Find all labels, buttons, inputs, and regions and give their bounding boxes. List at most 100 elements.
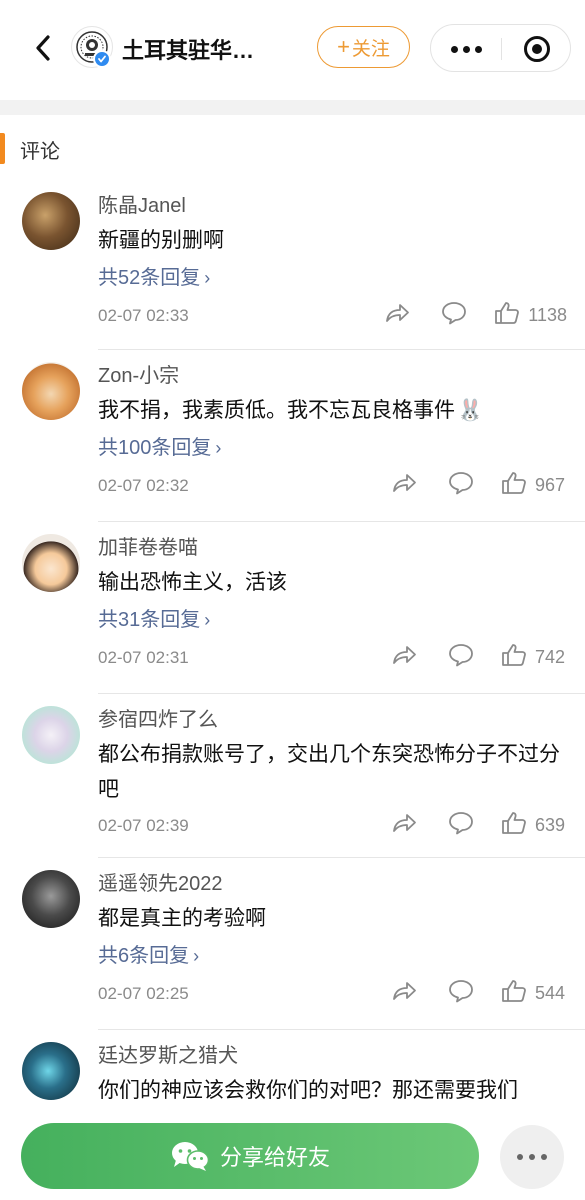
speech-bubble-icon [448,643,474,672]
commenter-avatar[interactable] [22,362,80,420]
commenter-avatar[interactable] [22,534,80,592]
commenter-name[interactable]: 加菲卷卷喵 [98,531,198,560]
share-button[interactable] [390,472,418,500]
more-dot [462,45,470,53]
thumbs-up-icon [501,643,527,672]
like-button[interactable]: 742 [501,643,567,672]
share-arrow-icon [391,644,417,671]
share-arrow-icon [391,812,417,839]
like-button[interactable]: 544 [501,979,567,1008]
more-dot [474,45,482,53]
share-button[interactable] [390,644,418,672]
more-dots-icon [517,1154,523,1160]
bottom-action-bar: 分享给好友 [0,1108,585,1200]
chevron-right-icon: › [215,438,222,458]
view-replies-link[interactable]: 共6条回复 › [98,939,199,968]
chevron-right-icon: › [204,268,211,288]
comment-actions: 639 [390,811,567,840]
reply-button[interactable] [447,812,475,840]
like-count: 544 [535,983,566,1003]
chevron-right-icon: › [193,946,200,966]
commenter-name[interactable]: 廷达罗斯之猎犬 [98,1039,238,1068]
replies-count: 共6条回复 [98,945,190,967]
follow-label: 关注 [351,38,390,60]
comment-text: 新疆的别删啊 [98,223,568,258]
comment-actions: 544 [390,979,567,1008]
comment-text: 输出恐怖主义，活该 [98,565,568,600]
share-button[interactable] [390,812,418,840]
comments-section-header: 评论 [0,128,585,168]
comment-timestamp: 02-07 02:33 [98,306,189,325]
commenter-avatar[interactable] [22,870,80,928]
comment-text-body: 你们的神应该会救你们的对吧？那还需要我们 [98,1079,518,1102]
like-button[interactable]: 1138 [494,301,567,330]
close-circle-icon [524,36,550,62]
like-count: 967 [535,475,566,495]
comment-item[interactable]: 参宿四炸了么都公布捐款账号了，交出几个东突恐怖分子不过分吧 02-07 02:39… [0,694,585,858]
view-replies-link[interactable]: 共31条回复 › [98,603,210,632]
chevron-right-icon: › [204,610,211,630]
commenter-avatar[interactable] [22,1042,80,1100]
thumbs-up-icon [501,471,527,500]
section-separator [0,100,585,115]
commenter-name[interactable]: Zon-小宗 [98,359,179,388]
verified-badge-icon [93,50,111,68]
reply-button[interactable] [447,644,475,672]
top-navigation-bar: 土耳其驻华… + 关注 [0,0,585,100]
more-dots-icon [450,45,458,53]
comment-timestamp: 02-07 02:31 [98,648,189,667]
speech-bubble-icon [448,471,474,500]
replies-count: 共100条回复 [98,437,212,459]
capsule-close-button[interactable] [502,25,572,73]
section-title: 评论 [20,141,60,163]
follow-button[interactable]: + 关注 [317,26,410,68]
comment-item[interactable]: 陈晶Janel 新疆的别删啊共52条回复 › 02-07 02:33 1138 [0,180,585,350]
share-button[interactable] [383,302,411,330]
comment-text-body: 都公布捐款账号了，交出几个东突恐怖分子不过分吧 [98,743,560,801]
capsule-more-button[interactable] [431,25,501,73]
commenter-name[interactable]: 陈晶Janel [98,189,186,218]
comment-actions: 742 [390,643,567,672]
commenter-name[interactable]: 遥遥领先2022 [98,867,223,896]
speech-bubble-icon [448,811,474,840]
section-accent-bar [0,133,5,164]
like-count: 639 [535,815,566,835]
view-replies-link[interactable]: 共52条回复 › [98,261,210,290]
reply-button[interactable] [447,472,475,500]
wechat-icon [171,1142,210,1171]
comment-text: 我不捐，我素质低。我不忘瓦良格事件🐰 [98,393,568,428]
plus-icon: + [337,34,350,59]
comment-text-body: 我不捐，我素质低。我不忘瓦良格事件 [98,399,455,422]
account-name[interactable]: 土耳其驻华… [122,33,254,65]
comment-text: 都是真主的考验啊 [98,901,568,936]
thumbs-up-icon [501,979,527,1008]
more-dot [529,1154,535,1160]
commenter-avatar[interactable] [22,192,80,250]
thumbs-up-icon [494,301,520,330]
share-button[interactable] [390,980,418,1008]
more-options-button[interactable] [500,1125,564,1189]
share-label: 分享给好友 [219,1145,330,1170]
comment-item[interactable]: Zon-小宗 我不捐，我素质低。我不忘瓦良格事件🐰 共100条回复 › 02-07 02… [0,350,585,522]
reply-button[interactable] [447,980,475,1008]
speech-bubble-icon [448,979,474,1008]
like-button[interactable]: 967 [501,471,567,500]
comment-item[interactable]: 加菲卷卷喵输出恐怖主义，活该共31条回复 › 02-07 02:31 742 [0,522,585,694]
comment-timestamp: 02-07 02:39 [98,816,189,835]
reply-button[interactable] [440,302,468,330]
comment-text: 你们的神应该会救你们的对吧？那还需要我们 [98,1073,568,1108]
comment-actions: 1138 [383,301,567,330]
replies-count: 共31条回复 [98,609,201,631]
like-button[interactable]: 639 [501,811,567,840]
comment-text: 都公布捐款账号了，交出几个东突恐怖分子不过分吧 [98,737,568,807]
view-replies-link[interactable]: 共100条回复 › [98,431,221,460]
commenter-avatar[interactable] [22,706,80,764]
commenter-name[interactable]: 参宿四炸了么 [98,703,218,732]
comment-timestamp: 02-07 02:25 [98,984,189,1003]
back-button[interactable] [28,30,58,66]
chevron-left-icon [36,35,50,61]
rabbit-emoji-icon: 🐰 [457,399,484,422]
more-dot [541,1154,547,1160]
share-to-friend-button[interactable]: 分享给好友 [21,1123,479,1189]
comment-item[interactable]: 遥遥领先2022 都是真主的考验啊 共6条回复 › 02-07 02:25 544 [0,858,585,1030]
